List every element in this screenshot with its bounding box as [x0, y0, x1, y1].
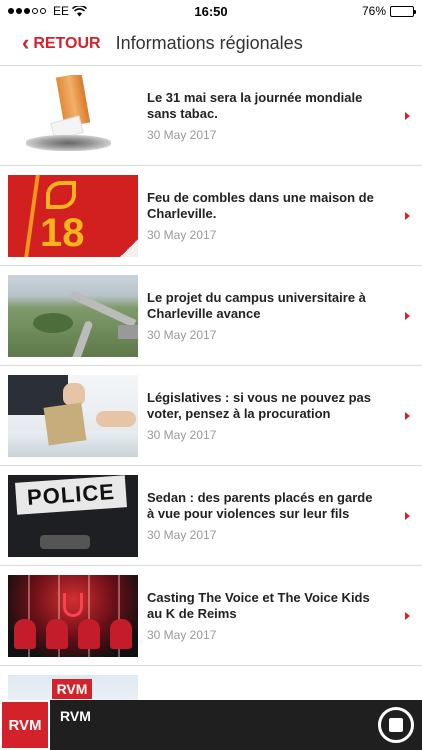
article-title: Feu de combles dans une maison de Charle… — [147, 189, 374, 221]
article-title: Sedan : des parents placés en garde à vu… — [147, 489, 373, 521]
article-date: 30 May 2017 — [147, 327, 217, 342]
status-right: 76% — [274, 4, 416, 18]
audio-player-bar: RVM RVM — [0, 700, 422, 750]
article-thumbnail-cigarette — [8, 74, 138, 157]
article-date: 30 May 2017 — [147, 427, 217, 442]
status-left: EE — [8, 4, 148, 18]
news-list[interactable]: Le 31 mai sera la journée mondiale sans … — [0, 66, 422, 700]
article-title: Le 31 mai sera la journée mondiale sans … — [147, 89, 363, 121]
article-thumbnail-firefighters: 18 — [8, 174, 138, 257]
article-title: Le projet du campus universitaire à Char… — [147, 289, 366, 321]
thumbnail-fire-number: 18 — [40, 210, 85, 255]
article-thumbnail-rvm: RVM — [8, 674, 138, 700]
station-name: RVM — [60, 708, 91, 724]
article-text: Feu de combles dans une maison de Charle… — [147, 190, 382, 242]
chevron-right-icon — [405, 211, 410, 220]
chevron-right-icon — [405, 311, 410, 320]
article-title: Législatives : si vous ne pouvez pas vot… — [147, 389, 371, 421]
chevron-right-icon — [405, 411, 410, 420]
stop-button[interactable] — [378, 707, 414, 743]
article-date: 30 May 2017 — [147, 127, 217, 142]
article-date: 30 May 2017 — [147, 227, 217, 242]
article-text: Casting The Voice et The Voice Kids au K… — [147, 590, 382, 642]
article-text: Le projet du campus universitaire à Char… — [147, 290, 382, 342]
list-item[interactable]: POLICE Sedan : des parents placés en gar… — [0, 466, 422, 566]
article-thumbnail-the-voice — [8, 574, 138, 657]
wifi-icon — [72, 5, 88, 16]
article-text: Législatives : si vous ne pouvez pas vot… — [147, 390, 382, 442]
battery-percentage: 76% — [361, 4, 386, 18]
article-title: Casting The Voice et The Voice Kids au K… — [147, 589, 370, 621]
status-bar: EE 16:50 76% — [0, 0, 422, 22]
navigation-bar: ‹ RETOUR Informations régionales — [0, 22, 422, 66]
article-thumbnail-ballot — [8, 374, 138, 457]
list-item[interactable]: Législatives : si vous ne pouvez pas vot… — [0, 366, 422, 466]
stop-icon — [389, 718, 403, 732]
signal-strength-icon — [8, 8, 46, 14]
chevron-right-icon — [405, 611, 410, 620]
chevron-right-icon — [405, 511, 410, 520]
list-item[interactable]: 18 Feu de combles dans une maison de Cha… — [0, 166, 422, 266]
article-text: Le 31 mai sera la journée mondiale sans … — [147, 90, 382, 142]
station-logo: RVM — [0, 700, 50, 750]
list-item[interactable]: Casting The Voice et The Voice Kids au K… — [0, 566, 422, 666]
chevron-right-icon — [405, 111, 410, 120]
list-item[interactable]: Le 31 mai sera la journée mondiale sans … — [0, 66, 422, 166]
thumbnail-police-label: POLICE — [15, 474, 127, 515]
page-title: Informations régionales — [115, 33, 303, 53]
status-time: 16:50 — [194, 3, 228, 19]
article-thumbnail-police: POLICE — [8, 474, 138, 557]
article-thumbnail-campus — [8, 274, 138, 357]
battery-icon — [390, 5, 416, 17]
rvm-logo: RVM — [52, 678, 92, 699]
list-item[interactable]: RVM — [0, 666, 422, 700]
article-date: 30 May 2017 — [147, 627, 217, 642]
article-text: Sedan : des parents placés en garde à vu… — [147, 490, 382, 542]
back-button[interactable]: ‹ RETOUR — [22, 29, 101, 55]
article-date: 30 May 2017 — [147, 527, 217, 542]
carrier-name: EE — [53, 4, 70, 18]
back-button-label: RETOUR — [33, 34, 101, 52]
chevron-left-icon: ‹ — [22, 29, 30, 55]
list-item[interactable]: Le projet du campus universitaire à Char… — [0, 266, 422, 366]
